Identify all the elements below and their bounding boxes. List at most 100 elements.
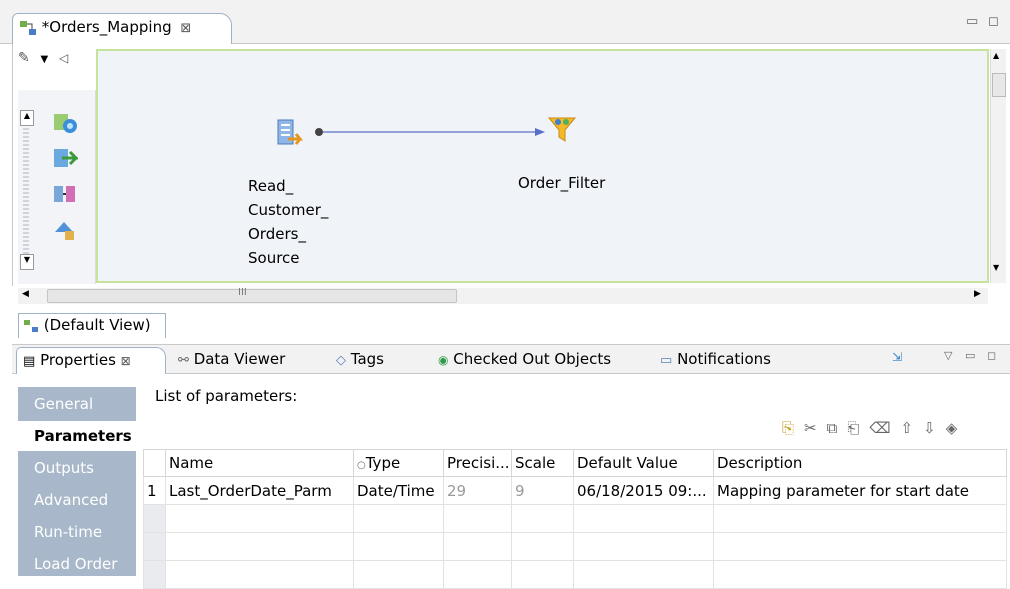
column-header-precision[interactable]: Precisi... <box>443 449 512 477</box>
empty-cell[interactable] <box>511 560 574 589</box>
empty-cell[interactable] <box>165 532 354 561</box>
parameters-list-label: List of parameters: <box>155 387 298 405</box>
column-header-scale[interactable]: Scale <box>511 449 574 477</box>
scroll-right-icon[interactable]: ▶ <box>974 289 981 299</box>
empty-cell[interactable] <box>713 504 1007 533</box>
source-transform-icon[interactable] <box>52 110 78 136</box>
editor-tab-title: *Orders_Mapping <box>41 18 172 36</box>
empty-cell[interactable] <box>165 560 354 589</box>
mapping-icon <box>24 319 38 332</box>
expression-transform-icon[interactable] <box>52 146 78 172</box>
empty-cell[interactable] <box>511 532 574 561</box>
dropdown-arrow-icon[interactable]: ▼ <box>41 54 49 65</box>
empty-cell[interactable] <box>713 560 1007 589</box>
horizontal-scroll-thumb[interactable]: III <box>47 287 457 303</box>
notifications-icon: ▭ <box>660 353 673 368</box>
tab-tags[interactable]: ◇ Tags <box>330 347 390 374</box>
collapse-palette-icon[interactable]: ◁ <box>59 51 68 65</box>
cell-scale[interactable]: 9 <box>511 476 574 505</box>
minimize-icon[interactable]: ▭ <box>966 14 978 29</box>
find-icon[interactable]: ◈ <box>946 419 968 437</box>
tab-label: Properties <box>40 351 116 369</box>
empty-table-row[interactable] <box>143 560 1007 589</box>
cell-name[interactable]: Last_OrderDate_Parm <box>165 476 354 505</box>
empty-cell[interactable] <box>165 504 354 533</box>
new-parameter-icon[interactable]: ⎘ <box>782 419 804 437</box>
empty-cell[interactable] <box>353 504 444 533</box>
nav-general[interactable]: General <box>18 389 136 419</box>
cell-default-value[interactable]: 06/18/2015 09:... <box>573 476 714 505</box>
close-tab-icon[interactable]: ⊠ <box>121 354 131 368</box>
nav-run-time[interactable]: Run-time <box>18 517 136 547</box>
source-to-filter-link[interactable] <box>313 123 553 141</box>
source-label-line: Customer_ <box>248 201 329 219</box>
maximize-icon[interactable]: ◻ <box>988 14 999 29</box>
column-header-default-value[interactable]: Default Value <box>573 449 714 477</box>
joiner-transform-icon[interactable] <box>52 182 78 208</box>
column-header-type[interactable]: ○Type <box>353 449 444 477</box>
table-row[interactable]: 1 Last_OrderDate_Parm Date/Time 29 9 06/… <box>143 476 1007 505</box>
pencil-icon[interactable]: ✎ <box>18 50 30 66</box>
column-header-description[interactable]: Description <box>713 449 1007 477</box>
scroll-down-icon[interactable]: ▼ <box>993 263 999 272</box>
empty-cell[interactable] <box>353 532 444 561</box>
empty-cell[interactable] <box>573 504 714 533</box>
properties-icon: ▤ <box>23 354 36 369</box>
move-up-icon[interactable]: ⇧ <box>901 419 924 437</box>
nav-advanced[interactable]: Advanced <box>18 485 136 515</box>
filter-transform-icon[interactable] <box>546 115 578 145</box>
empty-cell[interactable] <box>443 560 512 589</box>
mapping-diagram[interactable]: Read_ Customer_ Orders_ Source Order_Fil… <box>96 49 989 283</box>
source-label-line: Orders_ <box>248 225 306 243</box>
nav-load-order[interactable]: Load Order <box>18 549 136 579</box>
empty-cell[interactable] <box>511 504 574 533</box>
default-view-tab[interactable]: (Default View) <box>18 313 166 338</box>
nav-outputs[interactable]: Outputs <box>18 453 136 483</box>
tab-notifications[interactable]: ▭ Notifications <box>654 347 777 374</box>
scroll-grip: III <box>238 287 247 298</box>
read-source-icon[interactable] <box>276 117 306 151</box>
cell-description[interactable]: Mapping parameter for start date <box>713 476 1007 505</box>
sort-indicator-icon: ○ <box>357 460 366 471</box>
delete-icon[interactable]: ⌫ <box>869 419 900 437</box>
tab-label: Tags <box>350 350 384 368</box>
row-header <box>143 532 166 561</box>
transformation-palette: ▲ ▼ <box>18 90 96 284</box>
default-view-label: (Default View) <box>43 316 151 334</box>
palette-scroll-track[interactable] <box>23 128 29 260</box>
close-tab-icon[interactable]: ⊠ <box>180 21 191 36</box>
empty-cell[interactable] <box>353 560 444 589</box>
empty-cell[interactable] <box>443 532 512 561</box>
open-new-window-icon[interactable]: ⇲ <box>892 350 902 364</box>
canvas-vertical-scrollbar[interactable]: ▲ ▼ <box>990 49 1006 283</box>
empty-cell[interactable] <box>443 504 512 533</box>
empty-table-row[interactable] <box>143 532 1007 561</box>
empty-table-row[interactable] <box>143 504 1007 533</box>
view-menu-icon[interactable]: ▽ <box>944 349 952 362</box>
copy-icon[interactable]: ⧉ <box>827 419 848 437</box>
row-header-corner <box>143 449 166 477</box>
maximize-icon[interactable]: ◻ <box>987 349 996 362</box>
minimize-icon[interactable]: ▭ <box>965 349 975 362</box>
empty-cell[interactable] <box>573 560 714 589</box>
move-down-icon[interactable]: ⇩ <box>923 419 946 437</box>
palette-scroll-up-icon[interactable]: ▲ <box>20 110 34 126</box>
nav-parameters[interactable]: Parameters <box>18 421 136 451</box>
tab-checked-out-objects[interactable]: ◉ Checked Out Objects <box>432 347 617 374</box>
scroll-left-icon[interactable]: ◀ <box>22 289 29 299</box>
vertical-scroll-thumb[interactable] <box>992 73 1006 97</box>
scroll-up-icon[interactable]: ▲ <box>993 51 999 60</box>
palette-scroll-down-icon[interactable]: ▼ <box>20 254 34 270</box>
cell-precision[interactable]: 29 <box>443 476 512 505</box>
tab-data-viewer[interactable]: ⚯ Data Viewer <box>172 347 291 374</box>
tab-properties[interactable]: ▤ Properties ⊠ <box>16 347 166 374</box>
lookup-transform-icon[interactable] <box>52 218 78 244</box>
empty-cell[interactable] <box>713 532 1007 561</box>
column-header-name[interactable]: Name <box>165 449 354 477</box>
empty-cell[interactable] <box>573 532 714 561</box>
cell-type[interactable]: Date/Time <box>353 476 444 505</box>
editor-tab-orders-mapping[interactable]: *Orders_Mapping ⊠ <box>12 13 232 44</box>
cut-icon[interactable]: ✂ <box>804 419 827 437</box>
paste-icon[interactable]: ⎗ <box>847 419 869 437</box>
column-header-label: Type <box>365 454 401 472</box>
